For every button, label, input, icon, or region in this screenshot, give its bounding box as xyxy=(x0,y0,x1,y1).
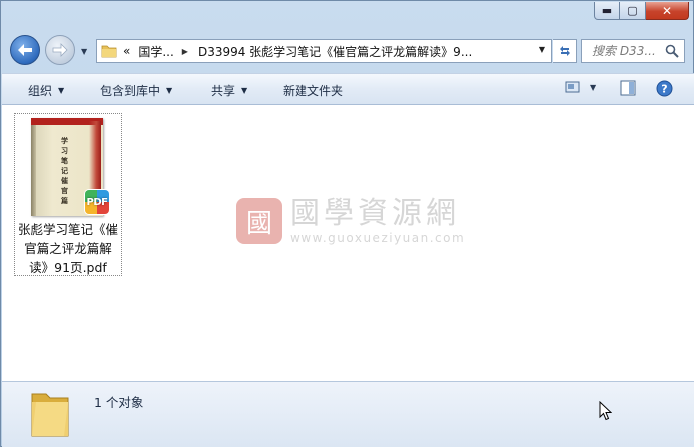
back-arrow-icon xyxy=(18,44,32,56)
explorer-window: ▬ ▢ ✕ ▼ « 国学... ▶ D33994 张彪学习笔记《催官篇之评龙篇解… xyxy=(0,0,694,447)
chevron-down-icon: ▼ xyxy=(166,86,173,95)
pdf-badge-label: PDF xyxy=(86,196,108,208)
watermark-text: 國學資源網 www.guoxueziyuan.com xyxy=(290,196,466,246)
navigation-row: ▼ « 国学... ▶ D33994 张彪学习笔记《催官篇之评龙篇解读》9...… xyxy=(1,31,694,69)
recent-pages-dropdown[interactable]: ▼ xyxy=(81,47,87,56)
watermark-url: www.guoxueziyuan.com xyxy=(290,231,466,245)
view-icon xyxy=(565,81,580,93)
search-icon[interactable] xyxy=(665,44,679,58)
breadcrumb-current[interactable]: D33994 张彪学习笔记《催官篇之评龙篇解读》9... xyxy=(198,43,472,60)
address-bar[interactable]: « 国学... ▶ D33994 张彪学习笔记《催官篇之评龙篇解读》9... ▼ xyxy=(96,39,552,63)
change-view-button[interactable]: ▼ xyxy=(565,80,596,94)
command-bar: 组织 ▼ 包含到库中 ▼ 共享 ▼ 新建文件夹 ▼ ? xyxy=(2,73,694,105)
address-dropdown-icon[interactable]: ▼ xyxy=(539,45,545,54)
title-bar[interactable]: ▬ ▢ ✕ xyxy=(1,1,694,29)
organize-label: 组织 xyxy=(28,84,53,98)
close-button[interactable]: ✕ xyxy=(646,2,689,20)
file-list[interactable]: 学习笔记催官篇 PDF 张彪学习笔记《催官篇之评龙篇解读》91页.pdf 國 國… xyxy=(2,105,694,381)
new-folder-label: 新建文件夹 xyxy=(283,84,344,98)
chevron-down-icon: ▼ xyxy=(58,86,65,95)
minimize-button[interactable]: ▬ xyxy=(594,2,620,20)
file-item[interactable]: 学习笔记催官篇 PDF 张彪学习笔记《催官篇之评龙篇解读》91页.pdf xyxy=(14,113,122,276)
thumb-spine xyxy=(31,118,36,216)
breadcrumb-separator-icon[interactable]: ▶ xyxy=(182,47,188,56)
breadcrumb-overflow[interactable]: « xyxy=(123,44,130,58)
item-count: 1 个对象 xyxy=(94,395,144,410)
share-button[interactable]: 共享 ▼ xyxy=(211,82,247,99)
file-name[interactable]: 张彪学习笔记《催官篇之评龙篇解读》91页.pdf xyxy=(15,220,121,277)
refresh-button[interactable] xyxy=(553,39,577,63)
mouse-cursor-icon xyxy=(599,401,612,421)
thumb-cover-text: 学习笔记催官篇 xyxy=(61,137,68,205)
pdf-badge-icon: PDF xyxy=(85,190,109,214)
preview-pane-icon xyxy=(620,80,636,96)
details-pane: 1 个对象 xyxy=(2,381,694,447)
breadcrumb: « 国学... ▶ D33994 张彪学习笔记《催官篇之评龙篇解读》9... xyxy=(123,43,472,60)
folder-icon xyxy=(101,45,117,58)
minimize-icon: ▬ xyxy=(601,4,613,17)
breadcrumb-parent[interactable]: 国学... xyxy=(138,43,173,60)
refresh-icon xyxy=(559,46,570,56)
caption-buttons: ▬ ▢ ✕ xyxy=(594,2,689,20)
new-folder-button[interactable]: 新建文件夹 xyxy=(283,82,343,99)
search-box[interactable] xyxy=(581,39,685,63)
search-input[interactable] xyxy=(592,44,670,58)
view-options-chevron-icon[interactable]: ▼ xyxy=(590,83,596,92)
maximize-icon: ▢ xyxy=(627,4,638,17)
watermark: 國 國學資源網 www.guoxueziyuan.com xyxy=(236,197,465,245)
include-library-button[interactable]: 包含到库中 ▼ xyxy=(100,82,172,99)
help-button[interactable]: ? xyxy=(656,80,673,97)
preview-pane-button[interactable] xyxy=(620,80,636,96)
close-icon: ✕ xyxy=(661,3,673,18)
svg-text:?: ? xyxy=(661,83,667,96)
watermark-logo: 國 xyxy=(236,198,282,244)
forward-arrow-icon xyxy=(52,43,68,57)
forward-button[interactable] xyxy=(45,35,75,65)
watermark-name: 國學資源網 xyxy=(290,196,460,231)
organize-button[interactable]: 组织 ▼ xyxy=(28,82,64,99)
back-button[interactable] xyxy=(10,35,40,65)
chevron-down-icon: ▼ xyxy=(241,86,248,95)
maximize-button[interactable]: ▢ xyxy=(620,2,646,20)
include-library-label: 包含到库中 xyxy=(100,84,161,98)
help-icon: ? xyxy=(656,80,673,97)
watermark-logo-char: 國 xyxy=(245,208,272,239)
folder-icon xyxy=(31,393,69,437)
share-label: 共享 xyxy=(211,84,236,98)
